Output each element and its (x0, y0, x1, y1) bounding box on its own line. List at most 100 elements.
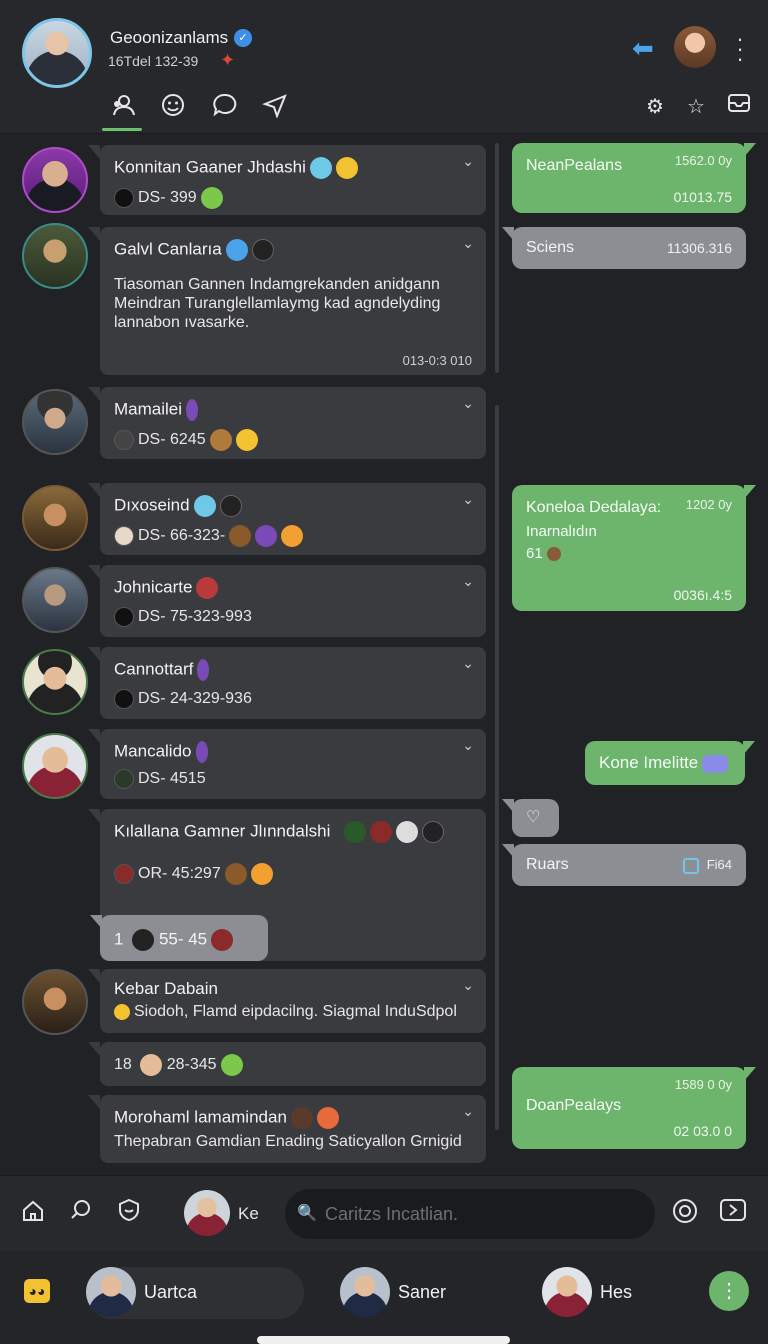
chat-subtitle: Thepabran Gamdian Enading Saticyallon Gr… (114, 1133, 462, 1150)
message-line: 61 (526, 545, 561, 562)
chat-avatar[interactable] (22, 389, 88, 455)
gear-icon[interactable]: ⚙ (640, 92, 670, 122)
search-input[interactable] (325, 1199, 635, 1229)
chat-card[interactable]: Galvl Canlarıa ⌄ Tiasoman Gannen Indamgr… (88, 227, 486, 375)
message-title: Ruars (526, 856, 569, 873)
shield-icon[interactable] (114, 1198, 144, 1228)
chat-avatar[interactable] (22, 485, 88, 551)
incoming-message[interactable]: Sciens 11306.316 (502, 227, 746, 269)
chat-subtitle: DS- 4515 (114, 769, 206, 789)
badge-icon (196, 577, 219, 599)
contact-chip[interactable]: Hes (542, 1267, 682, 1319)
chat-avatar[interactable] (22, 223, 88, 289)
gem-icon (186, 399, 199, 421)
avatar (140, 1054, 163, 1076)
chevron-down-icon[interactable]: ⌄ (462, 395, 474, 412)
badge-icon (132, 929, 155, 951)
badge-icon (114, 864, 134, 884)
contact-chip[interactable]: Uartca (86, 1267, 304, 1319)
send-icon[interactable] (718, 1198, 748, 1228)
chat-avatar[interactable] (22, 649, 88, 715)
gem-icon (197, 659, 210, 681)
emoji-sticker-icon[interactable]: ◕◕ (24, 1279, 50, 1303)
message-line: Inarnalıdın (526, 523, 597, 540)
contact-name: Saner (398, 1282, 447, 1302)
message-title: Koneloa Dedalaya: (526, 499, 662, 516)
send-icon[interactable] (260, 92, 290, 122)
chat-icon[interactable] (210, 92, 240, 122)
attachment-icon (682, 857, 699, 874)
message-timestamp: 02 03.0 0 (673, 1123, 732, 1139)
chevron-down-icon[interactable]: ⌄ (462, 235, 474, 252)
chat-card[interactable]: Mamailei ⌄ DS- 6245 (88, 387, 486, 459)
chat-name: Johnicarte (114, 577, 219, 599)
incoming-message[interactable]: Ruars Fi64 (502, 844, 746, 886)
chat-avatar[interactable] (22, 567, 88, 633)
chevron-down-icon[interactable]: ⌄ (462, 655, 474, 672)
star-icon[interactable]: ☆ (681, 92, 711, 122)
outgoing-message[interactable]: NeanPealans 1562.0 0y 01013.75 (512, 143, 756, 213)
message-title: Kone Imelitte (599, 753, 729, 773)
badge-icon (290, 1107, 313, 1129)
more-options-icon[interactable]: ⋮ (709, 1271, 749, 1311)
outgoing-message[interactable]: Kone Imelitte (585, 741, 755, 785)
sparkle-icon (309, 157, 332, 179)
chevron-down-icon[interactable]: ⌄ (462, 737, 474, 754)
chat-card[interactable]: Konnitan Gaaner Jhdashi ⌄ DS- 399 (88, 145, 486, 215)
search-icon[interactable] (66, 1198, 96, 1228)
search-icon: 🔍 (297, 1205, 317, 1222)
outgoing-message[interactable]: Koneloa Dedalaya: 1202 0y Inarnalıdın 61… (512, 485, 756, 611)
reaction-bubble[interactable]: ♡ (502, 799, 559, 837)
search-bar[interactable]: 🔍 (285, 1189, 655, 1239)
contact-chip[interactable]: Saner (340, 1267, 480, 1319)
chevron-down-icon[interactable]: ⌄ (462, 977, 474, 994)
chat-avatar[interactable] (22, 969, 88, 1035)
home-indicator[interactable] (257, 1336, 510, 1344)
user-avatar[interactable] (184, 1190, 230, 1236)
chat-avatar[interactable] (22, 147, 88, 213)
sparkle-icon (193, 495, 216, 517)
chat-name: Dıxoseind (114, 495, 242, 517)
outgoing-message[interactable]: 1589 0 0y DoanPealays 02 03.0 0 (512, 1067, 756, 1149)
chat-name: Mancalido (114, 741, 208, 763)
chevron-down-icon[interactable]: ⌄ (462, 491, 474, 508)
emoji-icon (209, 429, 232, 451)
chat-card[interactable]: Kebar Dabain ⌄ Siodoh, Flamd eipdacilng.… (88, 969, 486, 1033)
chevron-down-icon[interactable]: ⌄ (462, 153, 474, 170)
chat-card[interactable]: Mancalido ⌄ DS- 4515 (88, 729, 486, 799)
inbox-icon[interactable] (724, 92, 754, 122)
chat-card[interactable]: 18 28-345 (88, 1042, 486, 1086)
reply-bubble[interactable]: 1 55- 45 (90, 915, 268, 961)
chat-avatar[interactable] (22, 733, 88, 799)
chat-card[interactable]: Morohaml lamamindan ⌄ Thepabran Gamdian … (88, 1095, 486, 1163)
profile-avatar[interactable] (22, 18, 92, 88)
emoji-icon (229, 525, 252, 547)
active-tab-indicator (102, 128, 142, 131)
more-options-icon[interactable]: · · · (730, 28, 750, 70)
message-timestamp: 0036ı.4:5 (673, 587, 732, 603)
contacts-icon[interactable] (108, 92, 138, 122)
emoji-icon[interactable] (158, 92, 188, 122)
emoji-icon (546, 547, 561, 562)
badge-icon (396, 821, 419, 843)
chat-card[interactable]: Cannottarf ⌄ DS- 24-329-936 (88, 647, 486, 719)
back-arrow-icon[interactable]: ⬅ (632, 34, 662, 62)
home-icon[interactable] (18, 1198, 48, 1228)
emoji-icon (335, 157, 358, 179)
chat-subtitle: 18 28-345 (114, 1054, 243, 1076)
message-timestamp: 01013.75 (673, 189, 732, 205)
message-title: Sciens (526, 239, 575, 256)
chat-card[interactable]: Dıxoseind ⌄ DS- 66-323- (88, 483, 486, 555)
gem-icon (195, 741, 208, 763)
chevron-down-icon[interactable]: ⌄ (462, 573, 474, 590)
reply-text: 1 55- 45 (114, 929, 234, 951)
chevron-down-icon[interactable]: ⌄ (462, 1103, 474, 1120)
chat-card[interactable]: Johnicarte ⌄ DS- 75-323-993 (88, 565, 486, 637)
chat-name: Morohaml lamamindan (114, 1107, 339, 1129)
chat-subtitle: DS- 66-323- (114, 525, 304, 547)
app-header: Geoonizanlams ✓ 16Tdel 132-39 ✦ ⬅ · · · ⚙ … (0, 0, 768, 134)
gem-icon (255, 525, 278, 547)
contact-avatar[interactable] (674, 26, 716, 68)
spark-icon: ✦ (220, 50, 236, 70)
camera-icon[interactable] (670, 1198, 700, 1228)
